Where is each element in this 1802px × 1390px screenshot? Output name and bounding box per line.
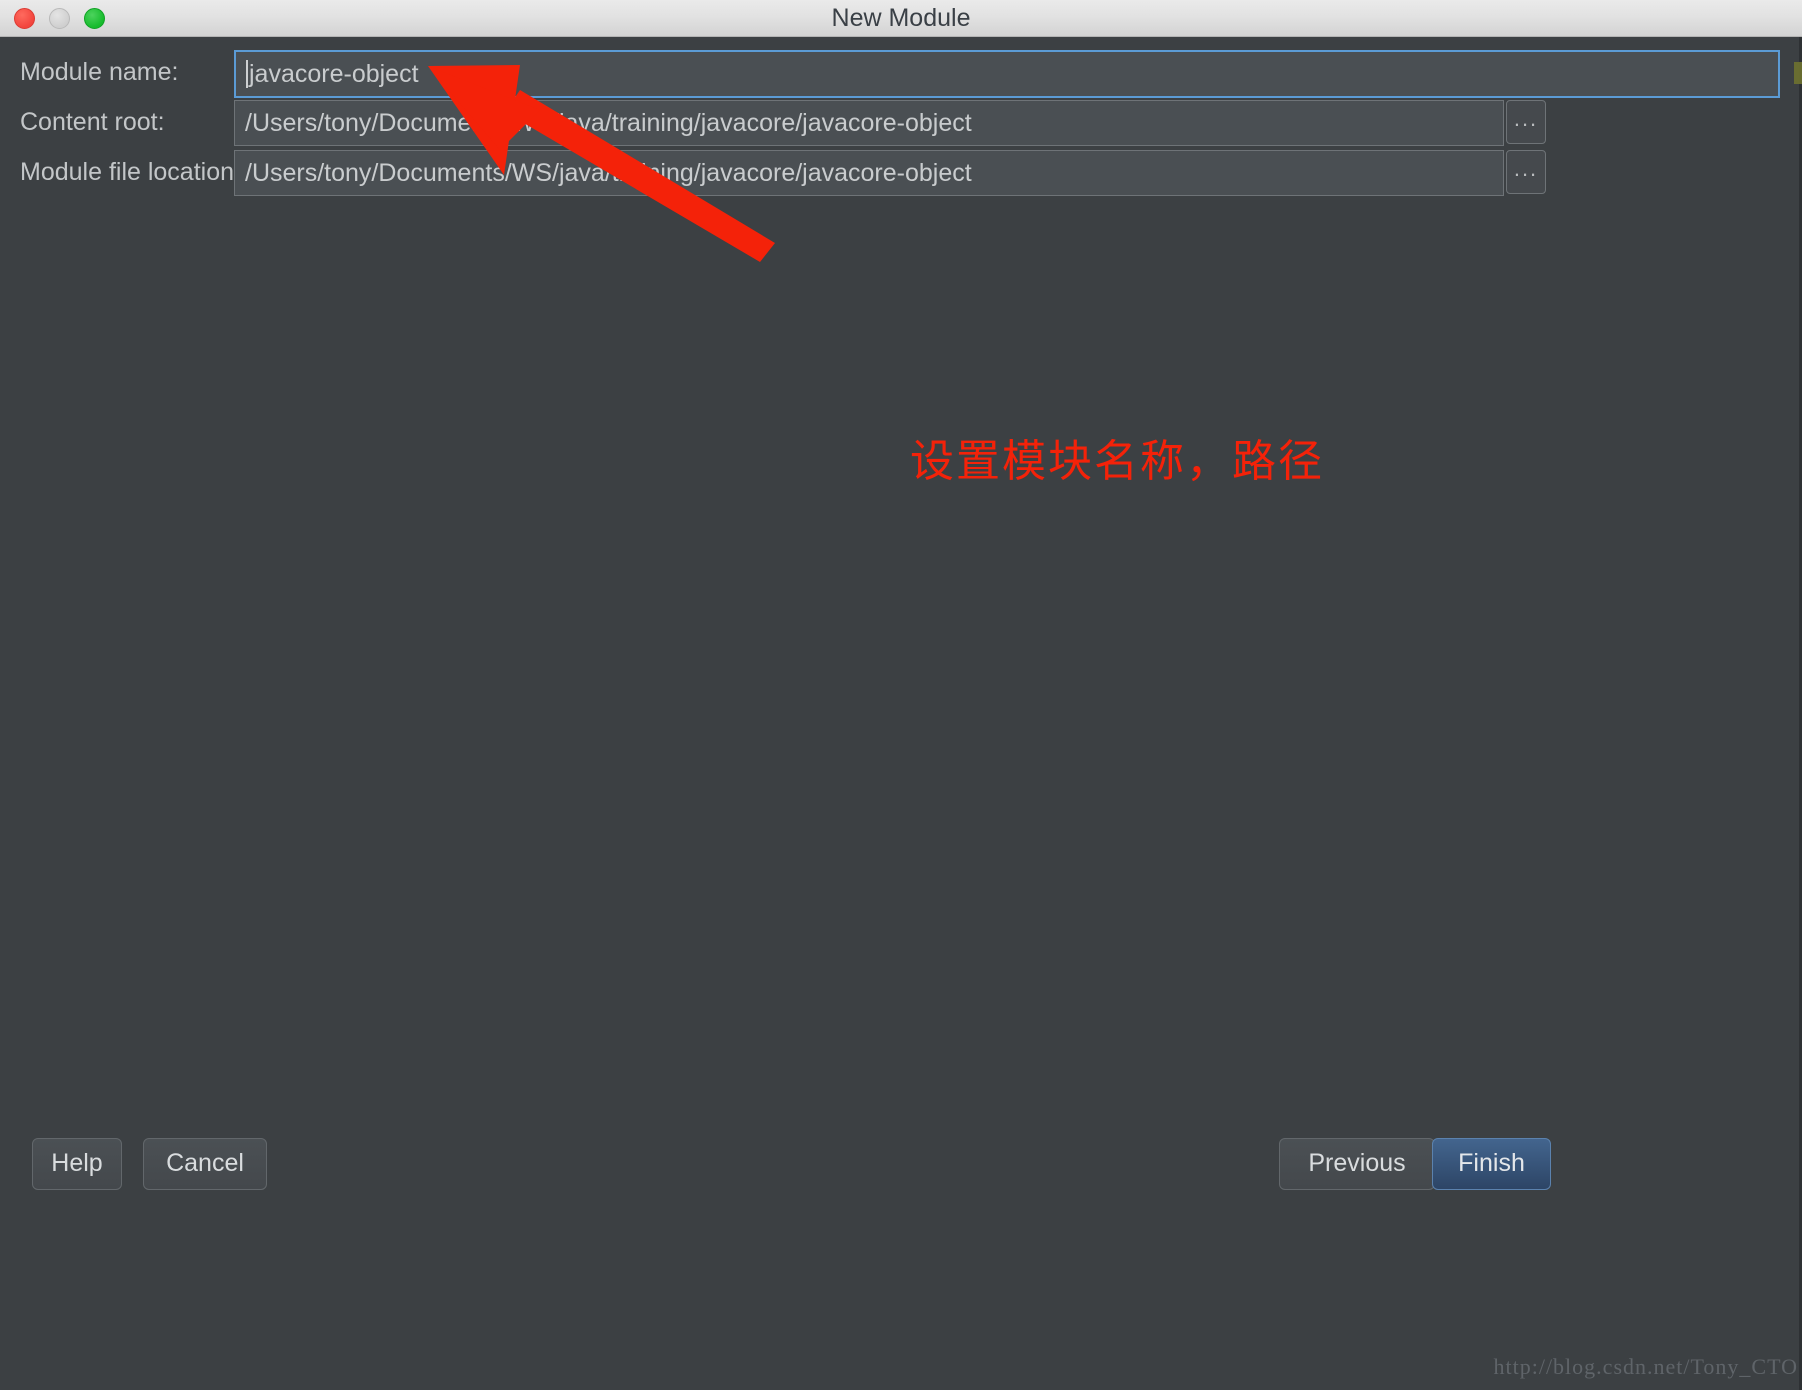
form-row-content-root: Content root: /Users/tony/Documents/WS/j… (0, 100, 1802, 146)
annotation-text: 设置模块名称，路径 (910, 436, 1324, 487)
form-row-module-file-location: Module file location: /Users/tony/Docume… (0, 150, 1802, 196)
new-module-dialog: New Module Module name: javacore-object … (0, 0, 1802, 1390)
cancel-button[interactable]: Cancel (143, 1138, 267, 1190)
module-file-location-input[interactable]: /Users/tony/Documents/WS/java/training/j… (234, 150, 1504, 196)
form-row-module-name: Module name: javacore-object (0, 50, 1802, 98)
module-file-location-browse-button[interactable]: ... (1506, 150, 1546, 194)
module-name-input[interactable]: javacore-object (234, 50, 1780, 98)
text-caret (246, 60, 248, 88)
content-root-input[interactable]: /Users/tony/Documents/WS/java/training/j… (234, 100, 1504, 146)
previous-button[interactable]: Previous (1279, 1138, 1435, 1190)
window-title: New Module (831, 4, 971, 32)
content-root-label: Content root: (20, 108, 165, 136)
clipped-edge-artifact (1794, 62, 1802, 84)
watermark: http://blog.csdn.net/Tony_CTO (1493, 1354, 1798, 1379)
module-name-label: Module name: (20, 58, 179, 86)
module-file-location-label: Module file location: (20, 158, 241, 186)
finish-button[interactable]: Finish (1432, 1138, 1551, 1190)
content-root-value: /Users/tony/Documents/WS/java/training/j… (245, 109, 972, 137)
content-root-browse-button[interactable]: ... (1506, 100, 1546, 144)
module-file-location-value: /Users/tony/Documents/WS/java/training/j… (245, 159, 972, 187)
help-button[interactable]: Help (32, 1138, 122, 1190)
module-name-value: javacore-object (249, 60, 419, 88)
window-titlebar: New Module (0, 0, 1802, 37)
